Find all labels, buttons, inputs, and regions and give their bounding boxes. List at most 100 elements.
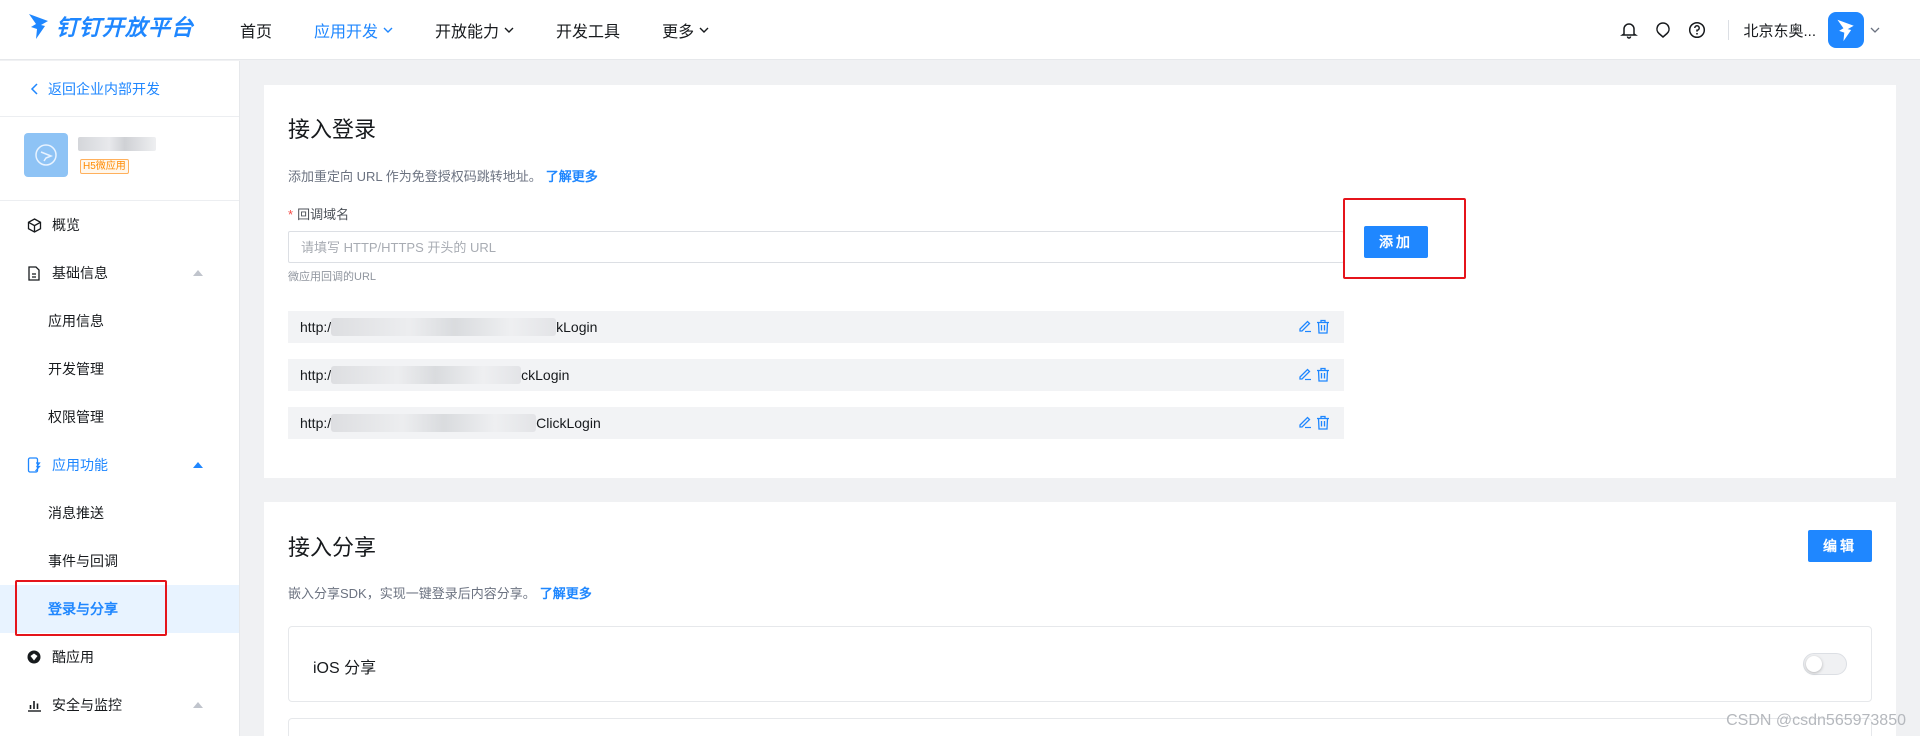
ios-share-panel: iOS 分享 bbox=[288, 626, 1872, 702]
next-share-panel bbox=[288, 718, 1872, 736]
row-actions bbox=[1296, 413, 1332, 431]
app-type-badge: H5微应用 bbox=[80, 159, 129, 174]
delete-icon[interactable] bbox=[1314, 317, 1332, 335]
menu-label: 权限管理 bbox=[48, 409, 104, 425]
nav-label: 开放能力 bbox=[435, 24, 500, 41]
url-prefix: http:/ bbox=[300, 367, 332, 383]
app-name-redacted bbox=[78, 137, 156, 151]
sidebar-item-events-callbacks[interactable]: 事件与回调 bbox=[0, 537, 239, 585]
learn-more-link[interactable]: 了解更多 bbox=[540, 586, 592, 601]
menu-label: 消息推送 bbox=[48, 505, 104, 521]
sidebar-item-basic-info[interactable]: 基础信息 bbox=[0, 249, 239, 297]
required-mark: * bbox=[288, 207, 294, 222]
cool-app-icon bbox=[26, 649, 42, 665]
sidebar-item-security-monitoring[interactable]: 安全与监控 bbox=[0, 681, 239, 729]
chart-icon bbox=[26, 697, 42, 713]
menu-label: 登录与分享 bbox=[48, 601, 118, 617]
overview-icon bbox=[26, 217, 42, 233]
menu-label: 开发管理 bbox=[48, 361, 104, 377]
dingtalk-bird-icon bbox=[29, 14, 48, 39]
caret-up-icon bbox=[193, 702, 203, 708]
header-divider bbox=[1728, 20, 1730, 40]
sidebar-item-message-push[interactable]: 消息推送 bbox=[0, 489, 239, 537]
bell-icon[interactable] bbox=[1618, 19, 1640, 41]
app-icon bbox=[24, 133, 68, 177]
nav-open-capability[interactable]: 开放能力 bbox=[435, 18, 514, 42]
url-suffix: ClickLogin bbox=[536, 415, 601, 431]
caret-up-icon bbox=[193, 270, 203, 276]
avatar[interactable] bbox=[1828, 12, 1864, 48]
login-card-title: 接入登录 bbox=[288, 117, 377, 142]
top-header: 钉钉开放平台 首页 应用开发 开放能力 开发工具 更多 北京东奥... bbox=[0, 0, 1920, 60]
edit-button[interactable]: 编辑 bbox=[1808, 530, 1872, 562]
row-actions bbox=[1296, 317, 1332, 335]
tips-icon[interactable] bbox=[1652, 19, 1674, 41]
nav-more[interactable]: 更多 bbox=[662, 18, 709, 42]
chevron-down-icon bbox=[504, 27, 514, 33]
nav-dev-tools[interactable]: 开发工具 bbox=[556, 18, 620, 42]
desc-text: 添加重定向 URL 作为免登授权码跳转地址。 bbox=[288, 169, 542, 184]
help-icon[interactable] bbox=[1686, 19, 1708, 41]
sidebar-item-permissions[interactable]: 权限管理 bbox=[0, 393, 239, 441]
desc-text: 嵌入分享SDK，实现一键登录后内容分享。 bbox=[288, 586, 536, 601]
menu-label: 酷应用 bbox=[52, 649, 94, 665]
sidebar-item-cool-app[interactable]: 酷应用 bbox=[0, 633, 239, 681]
sidebar-item-overview[interactable]: 概览 bbox=[0, 201, 239, 249]
edit-icon[interactable] bbox=[1296, 365, 1314, 383]
sidebar: 返回企业内部开发 H5微应用 概览 基础信息 应用信息 开发管理 权限管理 应用… bbox=[0, 61, 240, 736]
sidebar-item-app-info[interactable]: 应用信息 bbox=[0, 297, 239, 345]
url-prefix: http:/ bbox=[300, 319, 332, 335]
nav-home[interactable]: 首页 bbox=[240, 18, 272, 42]
label-text: 回调域名 bbox=[297, 207, 350, 222]
sidebar-item-login-share[interactable]: 登录与分享 bbox=[0, 585, 239, 633]
dingtalk-logo[interactable]: 钉钉开放平台 bbox=[28, 10, 194, 42]
learn-more-link[interactable]: 了解更多 bbox=[546, 169, 598, 184]
delete-icon[interactable] bbox=[1314, 365, 1332, 383]
url-redacted bbox=[331, 414, 537, 432]
chevron-left-icon bbox=[30, 82, 38, 95]
top-nav: 首页 应用开发 开放能力 开发工具 更多 bbox=[240, 0, 751, 60]
doc-icon bbox=[26, 265, 42, 281]
row-actions bbox=[1296, 365, 1332, 383]
share-card-desc: 嵌入分享SDK，实现一键登录后内容分享。 了解更多 bbox=[288, 583, 592, 602]
edit-icon[interactable] bbox=[1296, 317, 1314, 335]
nav-app-dev[interactable]: 应用开发 bbox=[314, 18, 393, 42]
menu-label: 应用功能 bbox=[52, 457, 108, 473]
chevron-down-icon bbox=[699, 27, 709, 33]
nav-label: 开发工具 bbox=[556, 24, 621, 41]
callback-url-input[interactable] bbox=[288, 231, 1344, 263]
ios-share-label: iOS 分享 bbox=[313, 660, 377, 677]
sidebar-item-dev-management[interactable]: 开发管理 bbox=[0, 345, 239, 393]
url-suffix: kLogin bbox=[556, 319, 598, 335]
url-suffix: ckLogin bbox=[521, 367, 570, 383]
login-card-desc: 添加重定向 URL 作为免登授权码跳转地址。 了解更多 bbox=[288, 166, 598, 185]
app-card: H5微应用 bbox=[0, 117, 239, 201]
watermark: CSDN @csdn565973850 bbox=[1726, 712, 1906, 729]
callback-url-hint: 微应用回调的URL bbox=[288, 271, 377, 283]
chevron-down-icon bbox=[383, 27, 393, 33]
menu-label: 事件与回调 bbox=[48, 553, 118, 569]
org-name[interactable]: 北京东奥... bbox=[1743, 20, 1816, 41]
callback-url-row: http:/ ClickLogin bbox=[288, 407, 1344, 439]
chevron-down-icon[interactable] bbox=[1870, 25, 1880, 35]
menu-label: 基础信息 bbox=[52, 265, 108, 281]
menu-label: 概览 bbox=[52, 217, 80, 233]
edit-icon[interactable] bbox=[1296, 413, 1314, 431]
nav-label: 应用开发 bbox=[314, 24, 379, 41]
callback-url-row: http:/ ckLogin bbox=[288, 359, 1344, 391]
logo-text: 钉钉开放平台 bbox=[56, 15, 195, 40]
delete-icon[interactable] bbox=[1314, 413, 1332, 431]
add-button[interactable]: 添加 bbox=[1364, 226, 1428, 258]
nav-label: 更多 bbox=[662, 24, 695, 41]
callback-domain-label: * 回调域名 bbox=[288, 204, 349, 223]
url-prefix: http:/ bbox=[300, 415, 332, 431]
toggle-knob bbox=[1806, 656, 1822, 672]
app-func-icon bbox=[26, 457, 42, 473]
dingtalk-bird-icon bbox=[1837, 19, 1854, 42]
sidebar-item-app-functions[interactable]: 应用功能 bbox=[0, 441, 239, 489]
url-redacted bbox=[331, 366, 522, 384]
share-card-title: 接入分享 bbox=[288, 535, 377, 560]
menu-label: 安全与监控 bbox=[52, 697, 122, 713]
ios-share-toggle[interactable] bbox=[1803, 653, 1847, 675]
back-to-enterprise-link[interactable]: 返回企业内部开发 bbox=[0, 61, 239, 117]
